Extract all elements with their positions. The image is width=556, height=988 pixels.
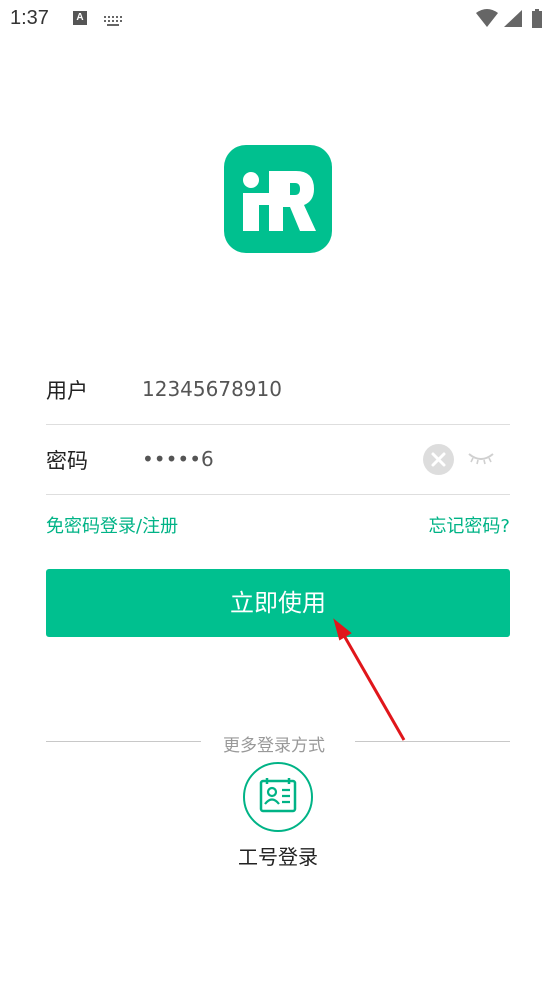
passwordless-login-link[interactable]: 免密码登录/注册 (46, 512, 178, 538)
submit-button[interactable]: 立即使用 (46, 569, 510, 637)
wifi-icon (476, 9, 498, 27)
battery-icon (532, 9, 542, 28)
ihr-logo-icon (243, 171, 316, 231)
password-label: 密码 (46, 449, 88, 473)
password-input[interactable] (142, 447, 412, 471)
more-login-label: 更多登录方式 (223, 736, 325, 756)
forgot-password-link[interactable]: 忘记密码? (428, 512, 510, 538)
status-right-icons (476, 8, 548, 34)
keyboard-icon (103, 12, 123, 31)
divider-right (355, 741, 510, 742)
username-row: 用户 (46, 354, 510, 425)
clear-icon[interactable] (423, 444, 454, 475)
divider-left (46, 741, 201, 742)
eye-closed-icon[interactable] (468, 448, 494, 472)
app-logo (224, 145, 332, 253)
status-bar: 1:37 A (0, 0, 556, 38)
username-label: 用户 (46, 379, 88, 403)
username-input[interactable] (142, 377, 412, 401)
status-time: 1:37 (10, 7, 49, 29)
employee-login-label[interactable]: 工号登录 (0, 841, 556, 870)
signal-icon (504, 10, 522, 27)
employee-badge-icon[interactable] (243, 762, 313, 832)
password-row: 密码 (46, 424, 510, 495)
a-notification-icon: A (73, 11, 87, 25)
